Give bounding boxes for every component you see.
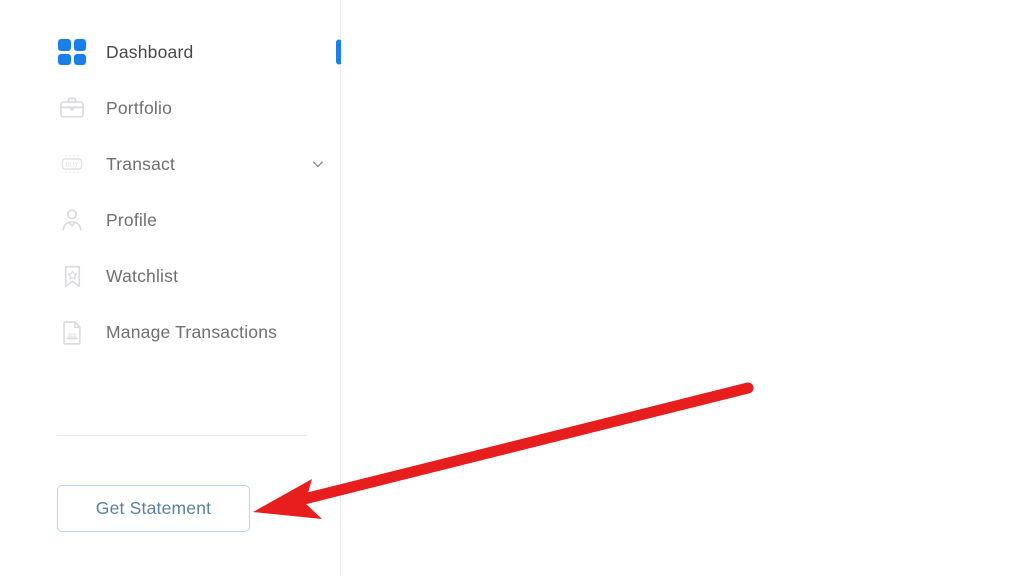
app-root: Dashboard Portfolio BUY Transact Profile… (0, 0, 1024, 576)
sidebar-item-profile[interactable]: Profile (0, 192, 340, 248)
sidebar-item-dashboard[interactable]: Dashboard (0, 24, 342, 80)
sidebar-divider (57, 435, 307, 436)
bookmark-star-icon (56, 260, 88, 292)
sidebar-item-manage-transactions[interactable]: Manage Transactions (0, 304, 340, 360)
buy-tag-icon: BUY (56, 148, 88, 180)
sidebar-item-label: Portfolio (106, 97, 172, 118)
main-content-area (341, 0, 1024, 576)
sidebar-item-watchlist[interactable]: Watchlist (0, 248, 340, 304)
sidebar: Dashboard Portfolio BUY Transact Profile… (0, 0, 342, 576)
get-statement-container: Get Statement (57, 485, 250, 532)
briefcase-icon (56, 92, 88, 124)
sidebar-item-portfolio[interactable]: Portfolio (0, 80, 340, 136)
chevron-down-icon[interactable] (308, 154, 328, 174)
sidebar-item-label: Watchlist (106, 265, 179, 286)
document-icon (56, 316, 88, 348)
get-statement-button[interactable]: Get Statement (57, 485, 250, 532)
sidebar-item-label: Profile (106, 209, 158, 230)
user-icon (56, 204, 88, 236)
sidebar-item-label: Transact (106, 153, 176, 174)
svg-text:BUY: BUY (65, 161, 78, 168)
grid-icon (56, 36, 88, 68)
sidebar-item-label: Manage Transactions (106, 321, 278, 342)
sidebar-item-transact[interactable]: BUY Transact (0, 136, 340, 192)
sidebar-item-label: Dashboard (106, 41, 194, 62)
sidebar-nav: Dashboard Portfolio BUY Transact Profile… (0, 0, 342, 360)
